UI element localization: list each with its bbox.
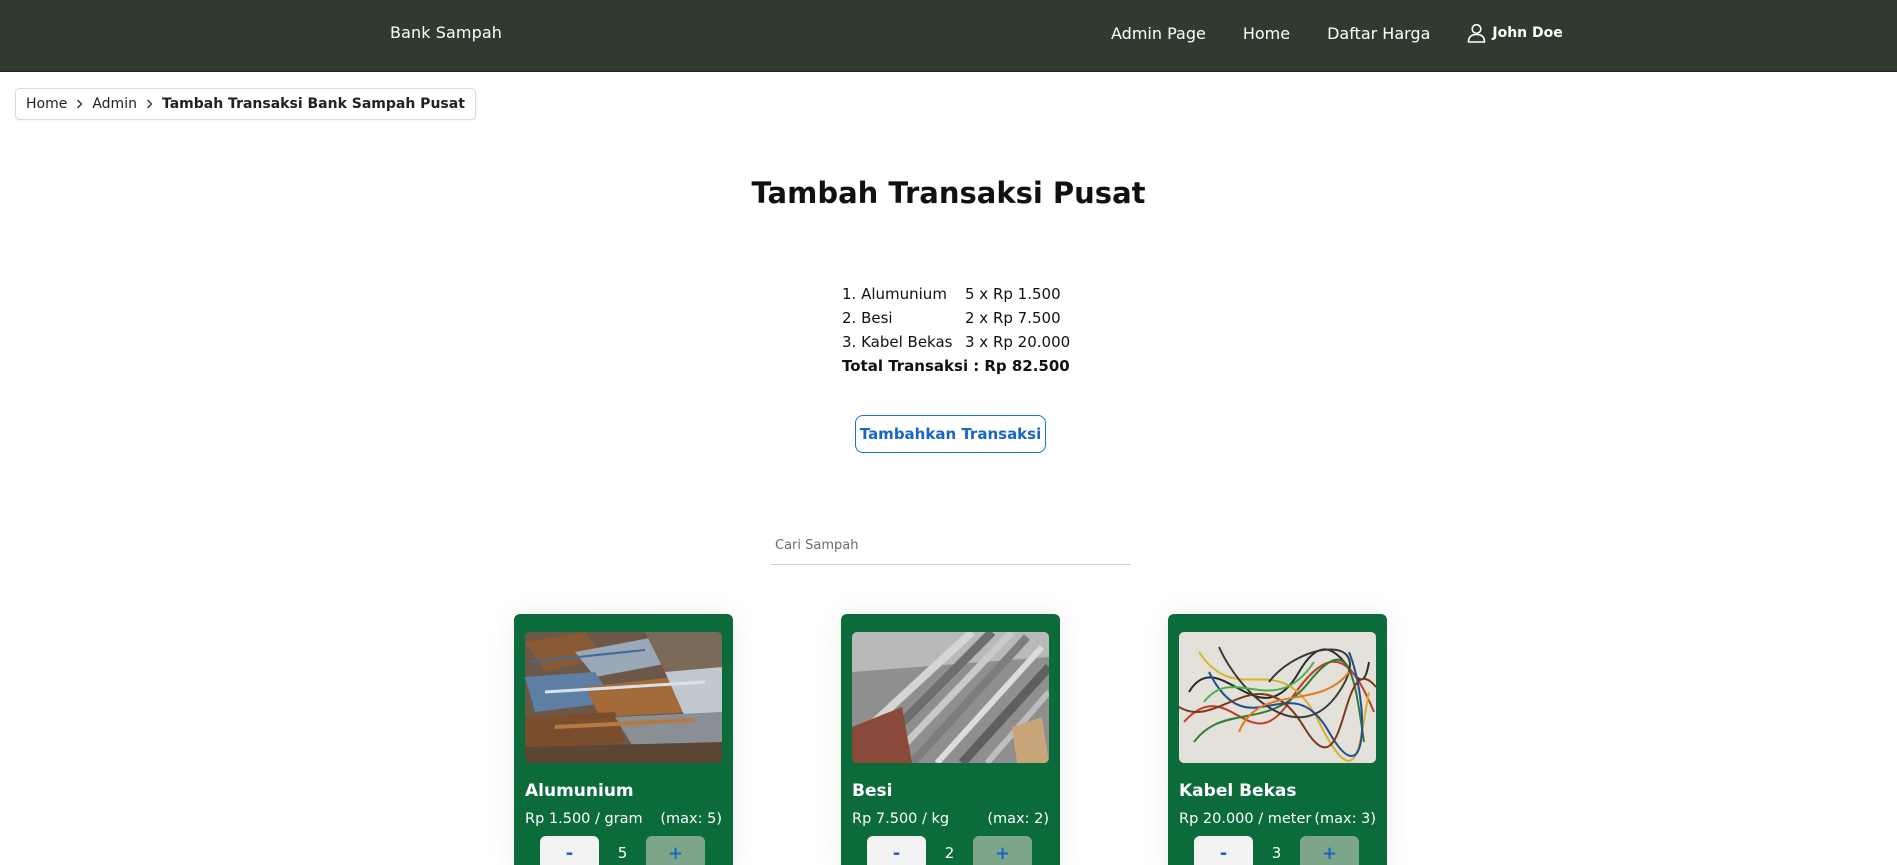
summary-item-qty: 2 x Rp 7.500 (965, 309, 1061, 327)
nav-link-admin-page[interactable]: Admin Page (1111, 24, 1206, 43)
brand-logo[interactable]: Bank Sampah (390, 23, 502, 42)
card-price: Rp 1.500 / gram (525, 811, 643, 827)
card-price-row: Rp 7.500 / kg (max: 2) (852, 811, 1049, 827)
summary-item-qty: 3 x Rp 20.000 (965, 333, 1071, 351)
card-max: (max: 3) (1314, 811, 1376, 827)
increment-button[interactable]: + (1300, 836, 1359, 865)
chevron-right-icon (146, 99, 153, 109)
chevron-right-icon (76, 99, 83, 109)
quantity-value: 2 (944, 844, 955, 862)
card-price-row: Rp 20.000 / meter (max: 3) (1179, 811, 1376, 827)
card-title: Kabel Bekas (1179, 781, 1297, 801)
search-input[interactable] (771, 527, 1131, 565)
summary-item-name: 1. Alumunium (842, 285, 947, 303)
nav-link-daftar-harga[interactable]: Daftar Harga (1327, 24, 1430, 43)
waste-card-kabel-bekas: Kabel Bekas Rp 20.000 / meter (max: 3) -… (1168, 614, 1387, 865)
user-menu[interactable]: John Doe (1467, 23, 1563, 43)
breadcrumb: Home Admin Tambah Transaksi Bank Sampah … (15, 88, 476, 120)
quantity-value: 3 (1271, 844, 1282, 862)
quantity-value: 5 (617, 844, 628, 862)
card-max: (max: 2) (987, 811, 1049, 827)
aluminium-scrap-image (525, 632, 722, 763)
summary-item-qty: 5 x Rp 1.500 (965, 285, 1061, 303)
card-price: Rp 7.500 / kg (852, 811, 950, 827)
waste-card-alumunium: Alumunium Rp 1.500 / gram (max: 5) - 5 + (514, 614, 733, 865)
waste-card-besi: Besi Rp 7.500 / kg (max: 2) - 2 + (841, 614, 1060, 865)
iron-bars-image (852, 632, 1049, 763)
decrement-button[interactable]: - (540, 836, 599, 865)
summary-row: 2. Besi 2 x Rp 7.500 (842, 306, 1070, 330)
user-name: John Doe (1492, 25, 1563, 41)
quantity-stepper: - 2 + (852, 836, 1049, 865)
decrement-button[interactable]: - (1194, 836, 1253, 865)
card-max: (max: 5) (660, 811, 722, 827)
page-title: Tambah Transaksi Pusat (751, 176, 1146, 210)
breadcrumb-admin[interactable]: Admin (92, 96, 137, 112)
summary-item-name: 3. Kabel Bekas (842, 333, 953, 351)
nav-links: Admin Page Home Daftar Harga John Doe (1111, 23, 1563, 43)
quantity-stepper: - 3 + (1179, 836, 1376, 865)
user-icon (1468, 23, 1486, 43)
increment-button[interactable]: + (646, 836, 705, 865)
card-title: Besi (852, 781, 893, 801)
add-transaction-button[interactable]: Tambahkan Transaksi (855, 415, 1046, 453)
top-navbar: Bank Sampah Admin Page Home Daftar Harga… (0, 0, 1897, 72)
breadcrumb-home[interactable]: Home (26, 96, 67, 112)
breadcrumb-current: Tambah Transaksi Bank Sampah Pusat (161, 96, 465, 112)
summary-total: Total Transaksi : Rp 82.500 (842, 354, 1070, 378)
decrement-button[interactable]: - (867, 836, 926, 865)
summary-row: 1. Alumunium 5 x Rp 1.500 (842, 282, 1070, 306)
nav-link-home[interactable]: Home (1243, 24, 1290, 43)
summary-total-value: Rp 82.500 (984, 357, 1070, 375)
summary-item-name: 2. Besi (842, 309, 893, 327)
card-price: Rp 20.000 / meter (1179, 811, 1312, 827)
quantity-stepper: - 5 + (525, 836, 722, 865)
card-title: Alumunium (525, 781, 634, 801)
tangled-cables-image (1179, 632, 1376, 763)
summary-total-label: Total Transaksi : (842, 357, 980, 375)
summary-row: 3. Kabel Bekas 3 x Rp 20.000 (842, 330, 1070, 354)
card-price-row: Rp 1.500 / gram (max: 5) (525, 811, 722, 827)
transaction-summary: 1. Alumunium 5 x Rp 1.500 2. Besi 2 x Rp… (842, 282, 1070, 378)
increment-button[interactable]: + (973, 836, 1032, 865)
